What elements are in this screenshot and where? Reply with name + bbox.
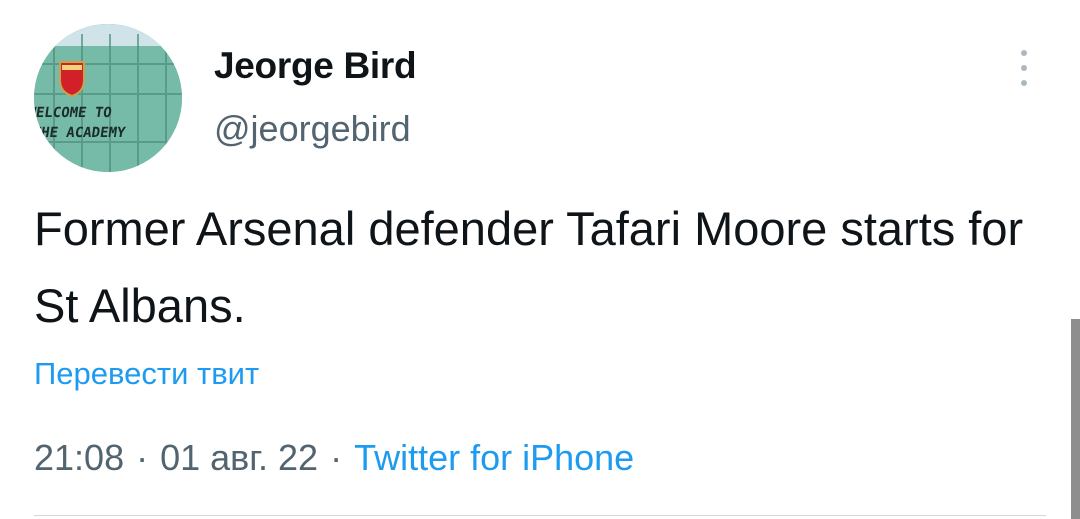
tweet-date[interactable]: 01 авг. 22 — [160, 437, 318, 478]
translate-tweet-link[interactable]: Перевести твит — [34, 356, 259, 392]
meta-separator: · — [330, 437, 343, 478]
author-handle[interactable]: @jeorgebird — [214, 108, 411, 150]
more-options-button[interactable] — [1008, 48, 1040, 88]
crest-icon — [59, 61, 85, 98]
divider — [34, 515, 1046, 516]
meta-separator: · — [136, 437, 149, 478]
author-display-name[interactable]: Jeorge Bird — [214, 45, 417, 87]
avatar-sign-line-1: WELCOME TO — [34, 105, 113, 121]
avatar-sign-line-2: THE ACADEMY — [34, 125, 127, 141]
tweet-text: Former Arsenal defender Tafari Moore sta… — [34, 202, 1024, 332]
more-vertical-icon — [1021, 65, 1027, 71]
more-vertical-icon — [1021, 50, 1027, 56]
avatar-image: WELCOME TO THE ACADEMY — [34, 24, 182, 172]
avatar[interactable]: WELCOME TO THE ACADEMY — [34, 24, 182, 172]
tweet-time[interactable]: 21:08 — [34, 437, 124, 478]
scrollbar-thumb[interactable] — [1071, 319, 1080, 519]
tweet-metadata: 21:08 · 01 авг. 22 · Twitter for iPhone — [34, 437, 634, 479]
more-vertical-icon — [1021, 80, 1027, 86]
tweet-source-link[interactable]: Twitter for iPhone — [354, 437, 634, 478]
